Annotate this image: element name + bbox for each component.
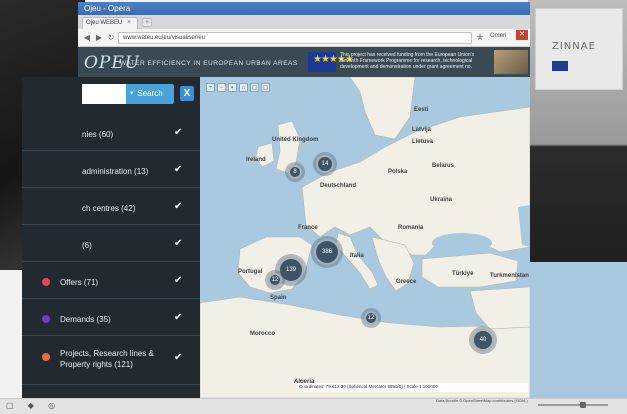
category-label: (6) — [82, 241, 92, 250]
map-tool-zoom-out-button[interactable]: − — [217, 83, 226, 92]
zoom-slider-track — [538, 404, 608, 406]
country-label: Portugal — [238, 269, 263, 275]
category-row-demands[interactable]: Demands (35) ✔ — [22, 302, 200, 336]
map-view[interactable]: + − ◐ ⌂ ▢ ▢ United Kingdom Ireland France Deu… — [200, 77, 530, 398]
checkmark-icon[interactable]: ✔ — [174, 201, 182, 212]
tab-label: Ojeu WEBEU — [86, 20, 123, 26]
map-tool-select-button[interactable]: ▢ — [250, 83, 259, 92]
country-label: Ukraina — [430, 197, 453, 203]
country-label: Morocco — [250, 331, 276, 337]
map-tool-zoom-in-button[interactable]: + — [206, 83, 215, 92]
demands-dot-icon — [42, 315, 50, 323]
map-cluster-marker[interactable]: 8 — [288, 165, 302, 179]
banner-text: ZINNAE — [552, 41, 596, 52]
event-banner: ZINNAE — [535, 8, 623, 90]
country-label: Eesti — [414, 107, 429, 113]
map-attribution: Data Bundle © OpenStreetMap contributors… — [436, 398, 528, 403]
checkmark-icon[interactable]: ✔ — [174, 164, 182, 175]
category-label: administration (13) — [82, 167, 149, 176]
map-tool-extent-button[interactable]: ▢ — [261, 83, 270, 92]
country-label: Romania — [398, 225, 424, 231]
category-row-research-centres[interactable]: ch centres (42) ✔ — [22, 191, 200, 225]
tab-strip: Ojeu WEBEU × + — [78, 15, 530, 29]
category-label: Projects, Research lines & Property righ… — [60, 349, 154, 369]
country-label: Spain — [270, 295, 287, 301]
eu-funding-text: This project has received funding from t… — [340, 52, 475, 70]
map-cluster-marker[interactable]: 12 — [364, 311, 378, 325]
header-thumbnail-image — [494, 50, 528, 74]
window-title: Ojeu - Opera — [84, 4, 131, 13]
map-cluster-marker[interactable]: 386 — [314, 239, 340, 265]
zoom-slider[interactable] — [520, 402, 616, 408]
map-tool-home-button[interactable]: ⌂ — [239, 83, 248, 92]
checkmark-icon[interactable]: ✔ — [174, 312, 182, 323]
clear-search-button[interactable]: X — [180, 86, 194, 101]
user-profile-button[interactable]: Omeri — [490, 33, 506, 39]
map-toolbar: + − ◐ ⌂ ▢ ▢ — [206, 83, 272, 101]
category-label: Demands (35) — [60, 315, 111, 324]
country-label: Polska — [388, 169, 408, 175]
map-tool-layers-button[interactable]: ◐ — [228, 83, 237, 92]
category-row-offers[interactable]: Offers (71) ✔ — [22, 265, 200, 299]
category-row-projects[interactable]: Projects, Research lines & Property righ… — [22, 339, 200, 385]
back-icon[interactable]: ◀ — [82, 33, 92, 43]
checkmark-icon[interactable]: ✔ — [174, 352, 182, 363]
country-label: Italia — [350, 253, 364, 259]
country-label: Greece — [396, 279, 417, 285]
category-label: nies (60) — [82, 130, 114, 139]
nav-bar: ◀ ▶ ↻ www.wateu.eu/eu/visualiser/eu ★ Om… — [78, 29, 530, 47]
address-bar[interactable]: www.wateu.eu/eu/visualiser/eu — [118, 32, 472, 44]
map-cluster-marker[interactable]: 12 — [268, 273, 282, 287]
dropdown-arrow-icon: ▾ — [130, 90, 134, 97]
filter-sidebar: ▾ Search X nies (60) ✔ administration (1… — [22, 77, 200, 398]
category-row-other[interactable]: (6) ✔ — [22, 228, 200, 262]
search-input[interactable] — [82, 84, 132, 104]
screenshot: ZINNAE Ojeu - Opera Ojeu WEBEU × + ◀ ▶ ↻… — [0, 0, 627, 414]
map-cluster-marker[interactable]: 40 — [472, 329, 494, 351]
category-label: ch centres (42) — [82, 204, 136, 213]
category-label: Offers (71) — [60, 278, 99, 287]
eu-flag-small-icon — [552, 61, 568, 71]
country-label: Türkiye — [452, 271, 474, 277]
bottom-toolbar-icons: ▢ ◆ ◎ — [6, 401, 62, 410]
country-label: Turkmenistan — [490, 273, 529, 279]
country-label: United Kingdom — [272, 137, 319, 143]
category-row-companies[interactable]: nies (60) ✔ — [22, 117, 200, 151]
country-label: Lietuva — [412, 139, 434, 145]
reload-icon[interactable]: ↻ — [106, 33, 116, 43]
eu-flag-icon: ★★★★★ — [308, 52, 354, 72]
tab-close-icon[interactable]: × — [127, 19, 131, 26]
site-tagline: WATER EFFICIENCY IN EUROPEAN URBAN AREAS — [120, 60, 298, 67]
search-button-label: Search — [137, 89, 163, 98]
checkmark-icon[interactable]: ✔ — [174, 127, 182, 138]
country-label: Ireland — [246, 157, 266, 163]
projects-dot-icon — [42, 353, 50, 361]
country-label: Deutschland — [320, 183, 357, 189]
forward-icon[interactable]: ▶ — [94, 33, 104, 43]
country-label: Latvija — [412, 127, 432, 133]
bookmark-star-icon[interactable]: ★ — [476, 32, 484, 43]
country-label: France — [298, 225, 318, 231]
checkmark-icon[interactable]: ✔ — [174, 238, 182, 249]
offers-dot-icon — [42, 278, 50, 286]
checkmark-icon[interactable]: ✔ — [174, 275, 182, 286]
photo-map-extension — [528, 262, 627, 398]
map-coordinates-bar: Coordinates: 79.612.30 (Spherical Mercat… — [296, 383, 528, 392]
new-tab-button[interactable]: + — [142, 18, 152, 27]
title-bar: Ojeu - Opera — [78, 2, 530, 15]
search-button[interactable]: ▾ Search — [126, 84, 174, 104]
browser-tab[interactable]: Ojeu WEBEU × — [82, 17, 138, 29]
country-label: Belarus — [432, 163, 455, 169]
site-header: OPEU WATER EFFICIENCY IN EUROPEAN URBAN … — [78, 47, 530, 77]
search-row: ▾ Search X — [82, 84, 198, 104]
category-row-administration[interactable]: administration (13) ✔ — [22, 154, 200, 188]
map-cluster-marker[interactable]: 14 — [316, 155, 334, 173]
window-close-icon[interactable]: ✕ — [516, 30, 528, 40]
zoom-slider-knob[interactable] — [580, 402, 586, 408]
